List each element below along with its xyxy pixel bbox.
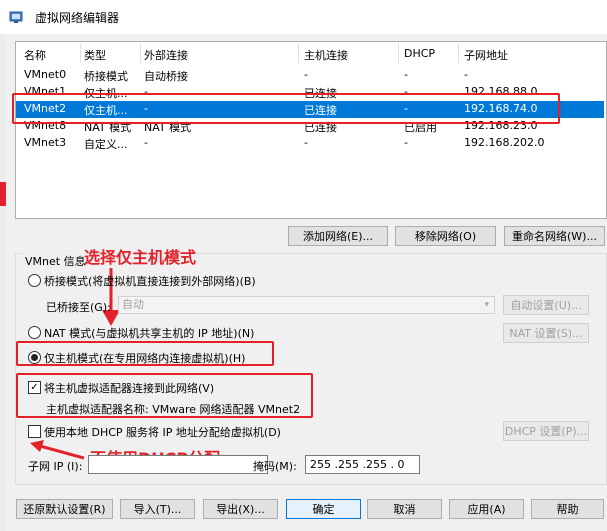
annotation-select-hostonly: 选择仅主机模式 xyxy=(84,248,197,267)
bridged-mode-label[interactable]: 桥接模式(将虚拟机直接连接到外部网络)(B) xyxy=(44,273,256,289)
cancel-button[interactable]: 取消 xyxy=(367,499,442,519)
use-dhcp-checkbox[interactable] xyxy=(28,425,41,438)
nat-settings-button[interactable]: NAT 设置(S)... xyxy=(503,323,589,343)
cell-external: - xyxy=(144,136,148,149)
use-dhcp-label[interactable]: 使用本地 DHCP 服务将 IP 地址分配给虚拟机(D) xyxy=(44,424,281,440)
cell-dhcp: - xyxy=(404,68,408,81)
highlight-selected-row xyxy=(12,93,560,124)
import-button[interactable]: 导入(T)... xyxy=(120,499,195,519)
column-header-name[interactable]: 名称 xyxy=(24,47,46,63)
nat-mode-radio[interactable] xyxy=(28,326,41,339)
column-header-external[interactable]: 外部连接 xyxy=(144,47,188,63)
column-divider[interactable] xyxy=(398,44,399,63)
cell-external: 自动桥接 xyxy=(144,70,188,83)
bridged-to-select[interactable]: 自动 ▾ xyxy=(118,296,495,314)
remove-network-button[interactable]: 移除网络(O) xyxy=(395,226,496,246)
column-divider[interactable] xyxy=(140,44,141,63)
column-divider[interactable] xyxy=(458,44,459,63)
help-button[interactable]: 帮助 xyxy=(531,499,604,519)
cell-name: VMnet0 xyxy=(24,68,67,81)
add-network-button[interactable]: 添加网络(E)... xyxy=(288,226,388,246)
subnet-mask-input[interactable]: 255 .255 .255 . 0 xyxy=(305,455,420,474)
rename-network-button[interactable]: 重命名网络(W)... xyxy=(504,226,605,246)
highlight-connect-adapter xyxy=(16,373,313,418)
column-divider[interactable] xyxy=(298,44,299,63)
network-editor-icon xyxy=(9,11,23,23)
restore-defaults-button[interactable]: 还原默认设置(R) xyxy=(16,499,113,519)
column-header-dhcp[interactable]: DHCP xyxy=(404,47,435,63)
bridged-to-value: 自动 xyxy=(122,298,144,311)
cell-subnet: 192.168.202.0 xyxy=(464,136,545,149)
cell-name: VMnet3 xyxy=(24,136,67,149)
ok-button[interactable]: 确定 xyxy=(286,499,361,519)
chevron-down-icon: ▾ xyxy=(484,300,489,310)
table-row[interactable]: VMnet3 自定义... - - - 192.168.202.0 xyxy=(16,135,604,152)
column-divider[interactable] xyxy=(80,44,81,63)
column-header-subnet[interactable]: 子网地址 xyxy=(464,47,508,63)
subnet-mask-label: 掩码(M): xyxy=(253,460,297,473)
bridged-to-label: 已桥接至(G): xyxy=(46,301,111,314)
subnet-ip-input[interactable] xyxy=(88,455,268,474)
table-row[interactable]: VMnet0 桥接模式 自动桥接 - - - xyxy=(16,67,604,84)
cell-dhcp: - xyxy=(404,136,408,149)
auto-settings-button[interactable]: 自动设置(U)... xyxy=(503,295,589,315)
bridged-mode-radio[interactable] xyxy=(28,274,41,287)
cell-host: - xyxy=(304,136,308,149)
column-header-type[interactable]: 类型 xyxy=(84,47,106,63)
column-header-host[interactable]: 主机连接 xyxy=(304,47,348,63)
dhcp-settings-button[interactable]: DHCP 设置(P)... xyxy=(503,421,589,441)
export-button[interactable]: 导出(X)... xyxy=(203,499,278,519)
highlight-hostonly xyxy=(16,341,274,366)
cell-host: - xyxy=(304,68,308,81)
vmnet-info-label: VMnet 信息 xyxy=(22,253,89,269)
cell-type: 自定义... xyxy=(84,138,128,151)
apply-button[interactable]: 应用(A) xyxy=(449,499,524,519)
cell-subnet: - xyxy=(464,68,468,81)
subnet-ip-label: 子网 IP (I): xyxy=(28,460,83,473)
cell-type: 桥接模式 xyxy=(84,70,128,83)
nat-mode-label[interactable]: NAT 模式(与虚拟机共享主机的 IP 地址)(N) xyxy=(44,325,254,341)
window-title: 虚拟网络编辑器 xyxy=(35,11,120,25)
